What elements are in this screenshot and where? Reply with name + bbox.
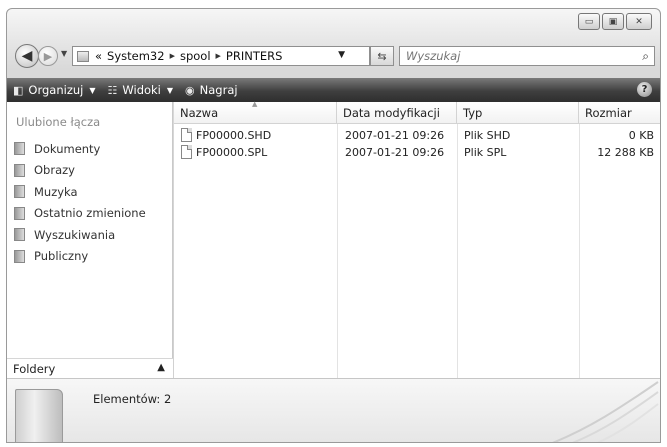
nav-item-label: Muzyka: [34, 184, 78, 199]
caption-buttons: ▭ ▣ ✕: [576, 13, 652, 30]
breadcrumb-separator-icon[interactable]: ▶: [170, 52, 175, 60]
search-input[interactable]: [406, 49, 621, 63]
favorite-links-list: Dokumenty Obrazy Muzyka Ostatnio zmienio…: [14, 138, 146, 267]
folders-label: Foldery: [13, 361, 56, 376]
maximize-button[interactable]: ▣: [602, 13, 624, 30]
views-button[interactable]: ☷ Widoki ▼: [108, 83, 174, 97]
nav-item-documents[interactable]: Dokumenty: [14, 138, 146, 160]
table-row[interactable]: FP00000.SPL 2007-01-21 09:26 Plik SPL 12…: [174, 144, 660, 161]
breadcrumb-system32[interactable]: System32: [107, 49, 165, 63]
breadcrumb-separator-icon[interactable]: ▶: [216, 52, 221, 60]
address-row: ◀ ▶ ▼ « System32 ▶ spool ▶ PRINTERS ▼ ⇆ …: [7, 41, 660, 71]
nav-item-label: Wyszukiwania: [34, 227, 116, 242]
chevron-down-icon: ▼: [89, 85, 96, 95]
nav-item-public[interactable]: Publiczny: [14, 246, 146, 268]
item-count: Elementów: 2: [93, 392, 172, 406]
column-header-name[interactable]: Nazwa ▲: [174, 100, 337, 124]
recent-icon: [14, 206, 25, 220]
searches-icon: [14, 228, 25, 242]
disc-icon: ◉: [185, 83, 195, 97]
views-icon: ☷: [107, 83, 118, 97]
column-divider: [579, 124, 580, 378]
column-header-date[interactable]: Data modyfikacji: [337, 102, 457, 124]
close-icon: ✕: [635, 16, 643, 27]
organize-icon: ◧: [13, 83, 24, 97]
file-name: FP00000.SPL: [196, 146, 268, 159]
file-name: FP00000.SHD: [196, 129, 272, 142]
folder-icon: [15, 389, 63, 442]
explorer-window: ▭ ▣ ✕ ◀ ▶ ▼ « System32 ▶ spool ▶ PRINTER…: [6, 8, 661, 443]
column-header-size[interactable]: Rozmiar: [579, 102, 660, 124]
music-icon: [14, 185, 25, 199]
chevron-down-icon: ▼: [166, 85, 174, 95]
nav-item-pictures[interactable]: Obrazy: [14, 160, 146, 182]
column-header-label: Typ: [463, 105, 483, 120]
forward-button[interactable]: ▶: [38, 46, 58, 66]
folder-icon: [77, 50, 89, 62]
command-toolbar: ◧ Organizuj ▼ ☷ Widoki ▼ ◉ Nagraj ?: [7, 78, 660, 102]
search-box[interactable]: ⌕: [399, 46, 655, 66]
breadcrumb-spool[interactable]: spool: [180, 49, 211, 63]
organize-label: Organizuj: [28, 83, 84, 97]
organize-button[interactable]: ◧ Organizuj ▼: [13, 83, 96, 97]
refresh-icon: ⇆: [377, 49, 387, 63]
arrow-right-icon: ▶: [43, 49, 53, 63]
minimize-icon: ▭: [584, 16, 594, 27]
arrow-left-icon: ◀: [21, 48, 33, 64]
navigation-pane: Ulubione łącza Dokumenty Obrazy Muzyka O…: [7, 102, 173, 378]
address-bar[interactable]: « System32 ▶ spool ▶ PRINTERS ▼: [72, 46, 370, 66]
help-button[interactable]: ?: [637, 82, 652, 97]
search-icon[interactable]: ⌕: [642, 49, 649, 64]
sort-ascending-icon: ▲: [252, 100, 258, 108]
nav-item-music[interactable]: Muzyka: [14, 181, 146, 203]
chevron-up-icon: ▲: [157, 362, 165, 373]
file-list: Nazwa ▲ Data modyfikacji Typ Rozmiar FP0…: [174, 100, 660, 378]
burn-button[interactable]: ◉ Nagraj: [185, 83, 238, 97]
column-header-label: Nazwa: [180, 105, 219, 120]
nav-item-recently-changed[interactable]: Ostatnio zmienione: [14, 203, 146, 225]
details-pane: Elementów: 2: [7, 378, 660, 442]
favorite-links-title: Ulubione łącza: [16, 115, 101, 129]
file-icon: [181, 145, 192, 159]
recent-pages-button[interactable]: ▼: [61, 49, 67, 58]
documents-icon: [14, 142, 25, 156]
column-divider: [457, 124, 458, 378]
breadcrumb-overflow[interactable]: «: [95, 49, 102, 63]
back-button[interactable]: ◀: [15, 44, 39, 68]
nav-item-label: Dokumenty: [34, 141, 101, 156]
burn-label: Nagraj: [199, 83, 238, 97]
help-icon: ?: [641, 84, 648, 95]
folders-toggle[interactable]: Foldery ▲: [7, 358, 173, 378]
breadcrumb-printers[interactable]: PRINTERS: [226, 49, 283, 63]
decorative-swoosh: [552, 381, 659, 442]
nav-item-label: Publiczny: [34, 249, 89, 264]
close-button[interactable]: ✕: [626, 13, 652, 30]
file-icon: [181, 128, 192, 142]
address-dropdown-icon[interactable]: ▼: [338, 50, 345, 60]
column-header-label: Data modyfikacji: [343, 105, 440, 120]
refresh-button[interactable]: ⇆: [370, 46, 394, 66]
file-size: 0 KB: [628, 129, 654, 142]
nav-item-label: Obrazy: [34, 163, 75, 178]
nav-item-searches[interactable]: Wyszukiwania: [14, 224, 146, 246]
pictures-icon: [14, 163, 25, 177]
public-folder-icon: [14, 249, 25, 263]
chevron-down-icon: ▼: [61, 49, 68, 58]
views-label: Widoki: [122, 83, 161, 97]
maximize-icon: ▣: [608, 16, 618, 27]
table-row[interactable]: FP00000.SHD 2007-01-21 09:26 Plik SHD 0 …: [174, 127, 660, 144]
minimize-button[interactable]: ▭: [578, 13, 600, 30]
file-type: Plik SHD: [464, 129, 511, 142]
file-date: 2007-01-21 09:26: [345, 129, 445, 142]
file-date: 2007-01-21 09:26: [345, 146, 445, 159]
column-header-label: Rozmiar: [585, 105, 632, 120]
column-divider: [337, 124, 338, 378]
nav-item-label: Ostatnio zmienione: [34, 206, 146, 221]
column-header-type[interactable]: Typ: [457, 102, 579, 124]
file-type: Plik SPL: [464, 146, 507, 159]
file-size: 12 288 KB: [597, 146, 654, 159]
